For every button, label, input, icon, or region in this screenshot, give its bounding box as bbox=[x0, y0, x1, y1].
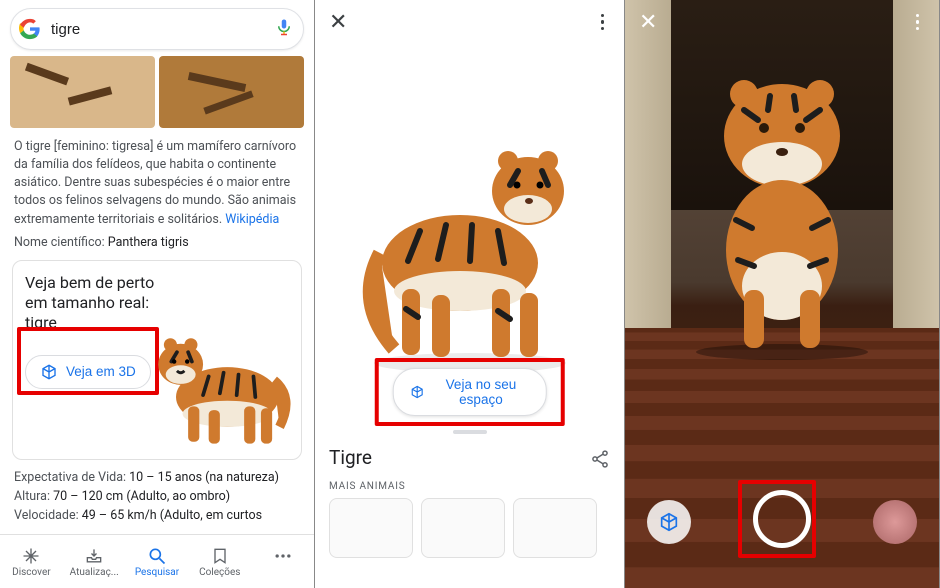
thumbnail[interactable] bbox=[159, 56, 304, 128]
close-icon[interactable]: ✕ bbox=[329, 10, 347, 35]
view-3d-card: Veja bem de perto em tamanho real: tigre… bbox=[12, 260, 302, 460]
thumbnail[interactable] bbox=[10, 56, 155, 128]
fact-life-expectancy: Expectativa de Vida: 10 – 15 anos (na na… bbox=[0, 468, 314, 487]
fact-height: Altura: 70 – 120 cm (Adulto, ao ombro) bbox=[0, 487, 314, 506]
nav-label: Atualizaç... bbox=[70, 567, 119, 578]
fact-speed: Velocidade: 49 – 65 km/h (Adulto, em cur… bbox=[0, 506, 314, 525]
tiger-3d-preview bbox=[143, 313, 293, 453]
nav-more[interactable]: ... bbox=[253, 546, 313, 578]
more-animals-label: MAIS ANIMAIS bbox=[329, 481, 610, 492]
ar-top-bar: ✕ bbox=[625, 0, 939, 44]
image-thumbnails[interactable] bbox=[0, 56, 314, 128]
cube-3d-icon bbox=[658, 511, 680, 533]
gallery-thumb-button[interactable] bbox=[873, 500, 917, 544]
close-icon[interactable]: ✕ bbox=[639, 10, 657, 35]
kebab-menu-icon[interactable] bbox=[910, 8, 926, 37]
animal-card[interactable] bbox=[421, 498, 505, 558]
sheet-drag-handle[interactable] bbox=[453, 430, 487, 434]
viewer-top-bar: ✕ bbox=[315, 0, 624, 44]
tiger-3d-model bbox=[350, 113, 590, 373]
fact-label: Velocidade: bbox=[14, 508, 79, 523]
nav-collections[interactable]: Coleções bbox=[190, 546, 250, 578]
highlight-annotation bbox=[17, 327, 159, 395]
sparkle-icon bbox=[21, 546, 41, 566]
fact-value: 70 – 120 cm (Adulto, ao ombro) bbox=[53, 489, 230, 504]
nav-label: Discover bbox=[12, 567, 51, 578]
animal-card[interactable] bbox=[513, 498, 597, 558]
toggle-3d-mode-button[interactable] bbox=[647, 500, 691, 544]
search-icon bbox=[147, 546, 167, 566]
panel-search-results: O tigre [feminino: tigresa] é um mamífer… bbox=[0, 0, 315, 588]
nav-search[interactable]: Pesquisar bbox=[127, 546, 187, 578]
nav-updates[interactable]: Atualizaç... bbox=[64, 546, 124, 578]
card-title: Veja bem de perto em tamanho real: tigre bbox=[25, 273, 162, 333]
more-icon bbox=[273, 546, 293, 566]
fact-value: 10 – 15 anos (na natureza) bbox=[129, 470, 279, 485]
google-logo-icon bbox=[19, 18, 41, 40]
fact-label: Altura: bbox=[14, 489, 50, 504]
more-animals-row[interactable] bbox=[329, 498, 610, 558]
camera-shutter-button[interactable] bbox=[753, 490, 811, 548]
bottom-nav: Discover Atualizaç... Pesquisar Coleções… bbox=[0, 534, 314, 588]
highlight-annotation bbox=[374, 358, 565, 426]
fact-value: 49 – 65 km/h (Adulto, em curtos bbox=[82, 508, 262, 523]
fact-value: Panthera tigris bbox=[108, 235, 189, 250]
share-icon[interactable] bbox=[590, 449, 610, 469]
fact-label: Expectativa de Vida: bbox=[14, 470, 126, 485]
kebab-menu-icon[interactable] bbox=[595, 8, 611, 37]
nav-label: Coleções bbox=[199, 567, 240, 578]
sheet-title: Tigre bbox=[329, 446, 372, 469]
panel-ar-view: ✕ bbox=[625, 0, 940, 588]
fact-scientific-name: Nome científico: Panthera tigris bbox=[0, 233, 314, 252]
search-input[interactable] bbox=[49, 20, 275, 39]
mic-icon[interactable] bbox=[275, 16, 293, 42]
info-sheet: Tigre MAIS ANIMAIS bbox=[315, 438, 624, 558]
bookmark-icon bbox=[210, 546, 230, 566]
description: O tigre [feminino: tigresa] é um mamífer… bbox=[0, 128, 314, 233]
tiger-ar-model[interactable] bbox=[672, 60, 892, 360]
nav-label: Pesquisar bbox=[135, 567, 179, 578]
tray-icon bbox=[84, 546, 104, 566]
search-bar[interactable] bbox=[10, 8, 304, 50]
wikipedia-link[interactable]: Wikipédia bbox=[225, 212, 279, 227]
animal-card[interactable] bbox=[329, 498, 413, 558]
fact-label: Nome científico: bbox=[14, 235, 105, 250]
panel-3d-viewer: ✕ Veja bbox=[315, 0, 625, 588]
3d-viewer-canvas[interactable]: Veja no seu espaço bbox=[315, 44, 624, 426]
nav-discover[interactable]: Discover bbox=[1, 546, 61, 578]
